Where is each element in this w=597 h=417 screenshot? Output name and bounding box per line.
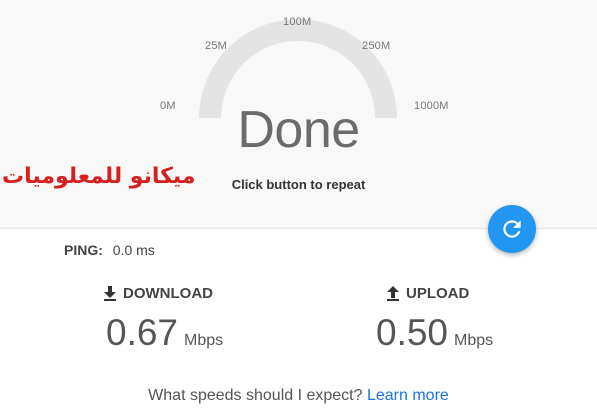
download-icon (104, 285, 116, 301)
gauge-tick-250: 250M (362, 40, 391, 52)
download-result: 0.67 Mbps (106, 312, 223, 354)
gauge-tick-25: 25M (205, 40, 227, 52)
download-unit: Mbps (184, 332, 224, 349)
speed-test-panel: 0M 25M 100M 250M 1000M Done Click button… (0, 0, 597, 229)
footer: What speeds should I expect? Learn more (0, 387, 597, 405)
learn-more-link[interactable]: Learn more (367, 387, 449, 404)
ping-value: 0.0 ms (112, 242, 155, 258)
speed-question: What speeds should I expect? (148, 387, 363, 404)
upload-header: UPLOAD (386, 285, 469, 302)
download-header: DOWNLOAD (103, 285, 213, 302)
upload-value: 0.50 (376, 312, 449, 353)
status-text: Done (237, 101, 360, 159)
gauge-tick-100: 100M (283, 16, 312, 28)
repeat-button[interactable] (488, 205, 536, 253)
ping-row: PING: 0.0 ms (64, 242, 155, 258)
ping-label: PING: (64, 242, 103, 258)
upload-unit: Mbps (454, 332, 494, 349)
watermark-text: ميكانو للمعلوميات (2, 164, 196, 189)
download-value: 0.67 (106, 312, 179, 353)
upload-icon (387, 285, 399, 301)
download-label: DOWNLOAD (123, 285, 213, 302)
refresh-icon (503, 220, 521, 238)
upload-result: 0.50 Mbps (376, 312, 493, 354)
upload-label: UPLOAD (406, 285, 470, 302)
